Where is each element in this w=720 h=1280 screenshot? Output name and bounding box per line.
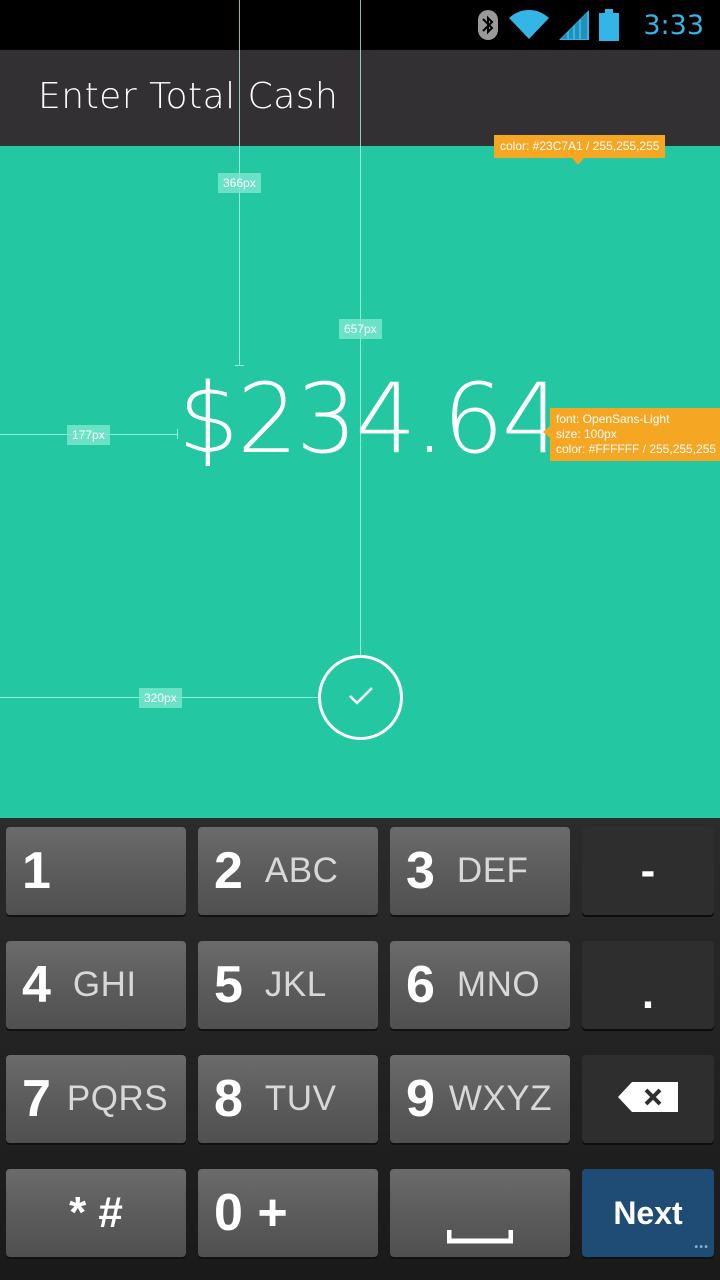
key-digit: 4 [22,956,51,1014]
battery-icon [599,9,620,41]
signal-icon [559,10,590,40]
key-digit: 9 [406,1070,435,1128]
space-bar-icon [446,1229,514,1248]
key-letters: GHI [72,965,137,1004]
backspace-icon [618,1082,678,1116]
cash-amount-display: $234.64 [178,363,563,475]
key-digit: 6 [406,956,435,1014]
key-decimal[interactable]: . [582,941,714,1029]
status-time: 3:33 [643,9,704,41]
key-digit: 7 [22,1070,51,1128]
key-2[interactable]: 2 ABC [198,827,378,915]
checkmark-icon [348,686,374,710]
key-digit: 8 [214,1070,243,1128]
status-icons: 3:33 [477,0,720,50]
measurement-label: 657px [339,319,382,339]
guide-tick [177,429,178,439]
key-backspace[interactable] [582,1055,714,1143]
key-minus[interactable]: - [582,827,714,915]
note-pointer [572,158,584,165]
note-pointer [543,426,550,438]
next-button-label: Next [613,1194,683,1231]
key-8[interactable]: 8 TUV [198,1055,378,1143]
key-space[interactable] [390,1169,570,1257]
key-digit: 3 [406,842,435,900]
key-1[interactable]: 1 [6,827,186,915]
more-dots-icon: ••• [693,1242,709,1253]
key-6[interactable]: 6 MNO [390,941,570,1029]
key-7[interactable]: 7 PQRS [6,1055,186,1143]
measurement-label: 320px [139,688,182,708]
numeric-keyboard: 1 2 ABC 3 DEF - 4 GHI 5 JKL 6 MNO . 7 PQ… [0,818,720,1280]
note-color: color: #FFFFFF / 255,255,255 [556,442,717,456]
key-4[interactable]: 4 GHI [6,941,186,1029]
key-digit: 2 [214,842,243,900]
key-letters: WXYZ [448,1079,553,1118]
measurement-label: 177px [67,425,110,445]
key-digit: 5 [214,956,243,1014]
key-letters: MNO [456,965,541,1004]
key-digit: 1 [22,842,51,900]
note-text: color: #23C7A1 / 255,255,255 [500,139,660,153]
note-size: size: 100px [556,427,617,441]
bluetooth-icon [477,9,499,41]
key-letters: JKL [264,965,327,1004]
key-letters: TUV [264,1079,337,1118]
confirm-button[interactable] [318,655,403,740]
guide-tick [235,365,244,366]
key-letters: PQRS [66,1079,169,1118]
page-title: Enter Total Cash [38,76,339,117]
key-5[interactable]: 5 JKL [198,941,378,1029]
key-symbol: * # [69,1188,123,1237]
key-star-hash[interactable]: * # [6,1169,186,1257]
key-letters: ABC [264,851,339,890]
next-button[interactable]: Next ••• [582,1169,714,1257]
key-letters: DEF [456,851,529,890]
key-3[interactable]: 3 DEF [390,827,570,915]
wifi-icon [509,10,550,40]
key-9[interactable]: 9 WXYZ [390,1055,570,1143]
note-font: font: OpenSans-Light [556,412,670,426]
key-symbol: . [641,969,655,1018]
key-symbol: - [640,846,656,895]
measurement-label: 366px [218,173,261,193]
background-color-note: color: #23C7A1 / 255,255,255 [494,135,666,165]
key-digit: 0 + [214,1184,288,1242]
key-0[interactable]: 0 + [198,1169,378,1257]
amount-font-note: font: OpenSans-Light size: 100px color: … [543,408,720,461]
